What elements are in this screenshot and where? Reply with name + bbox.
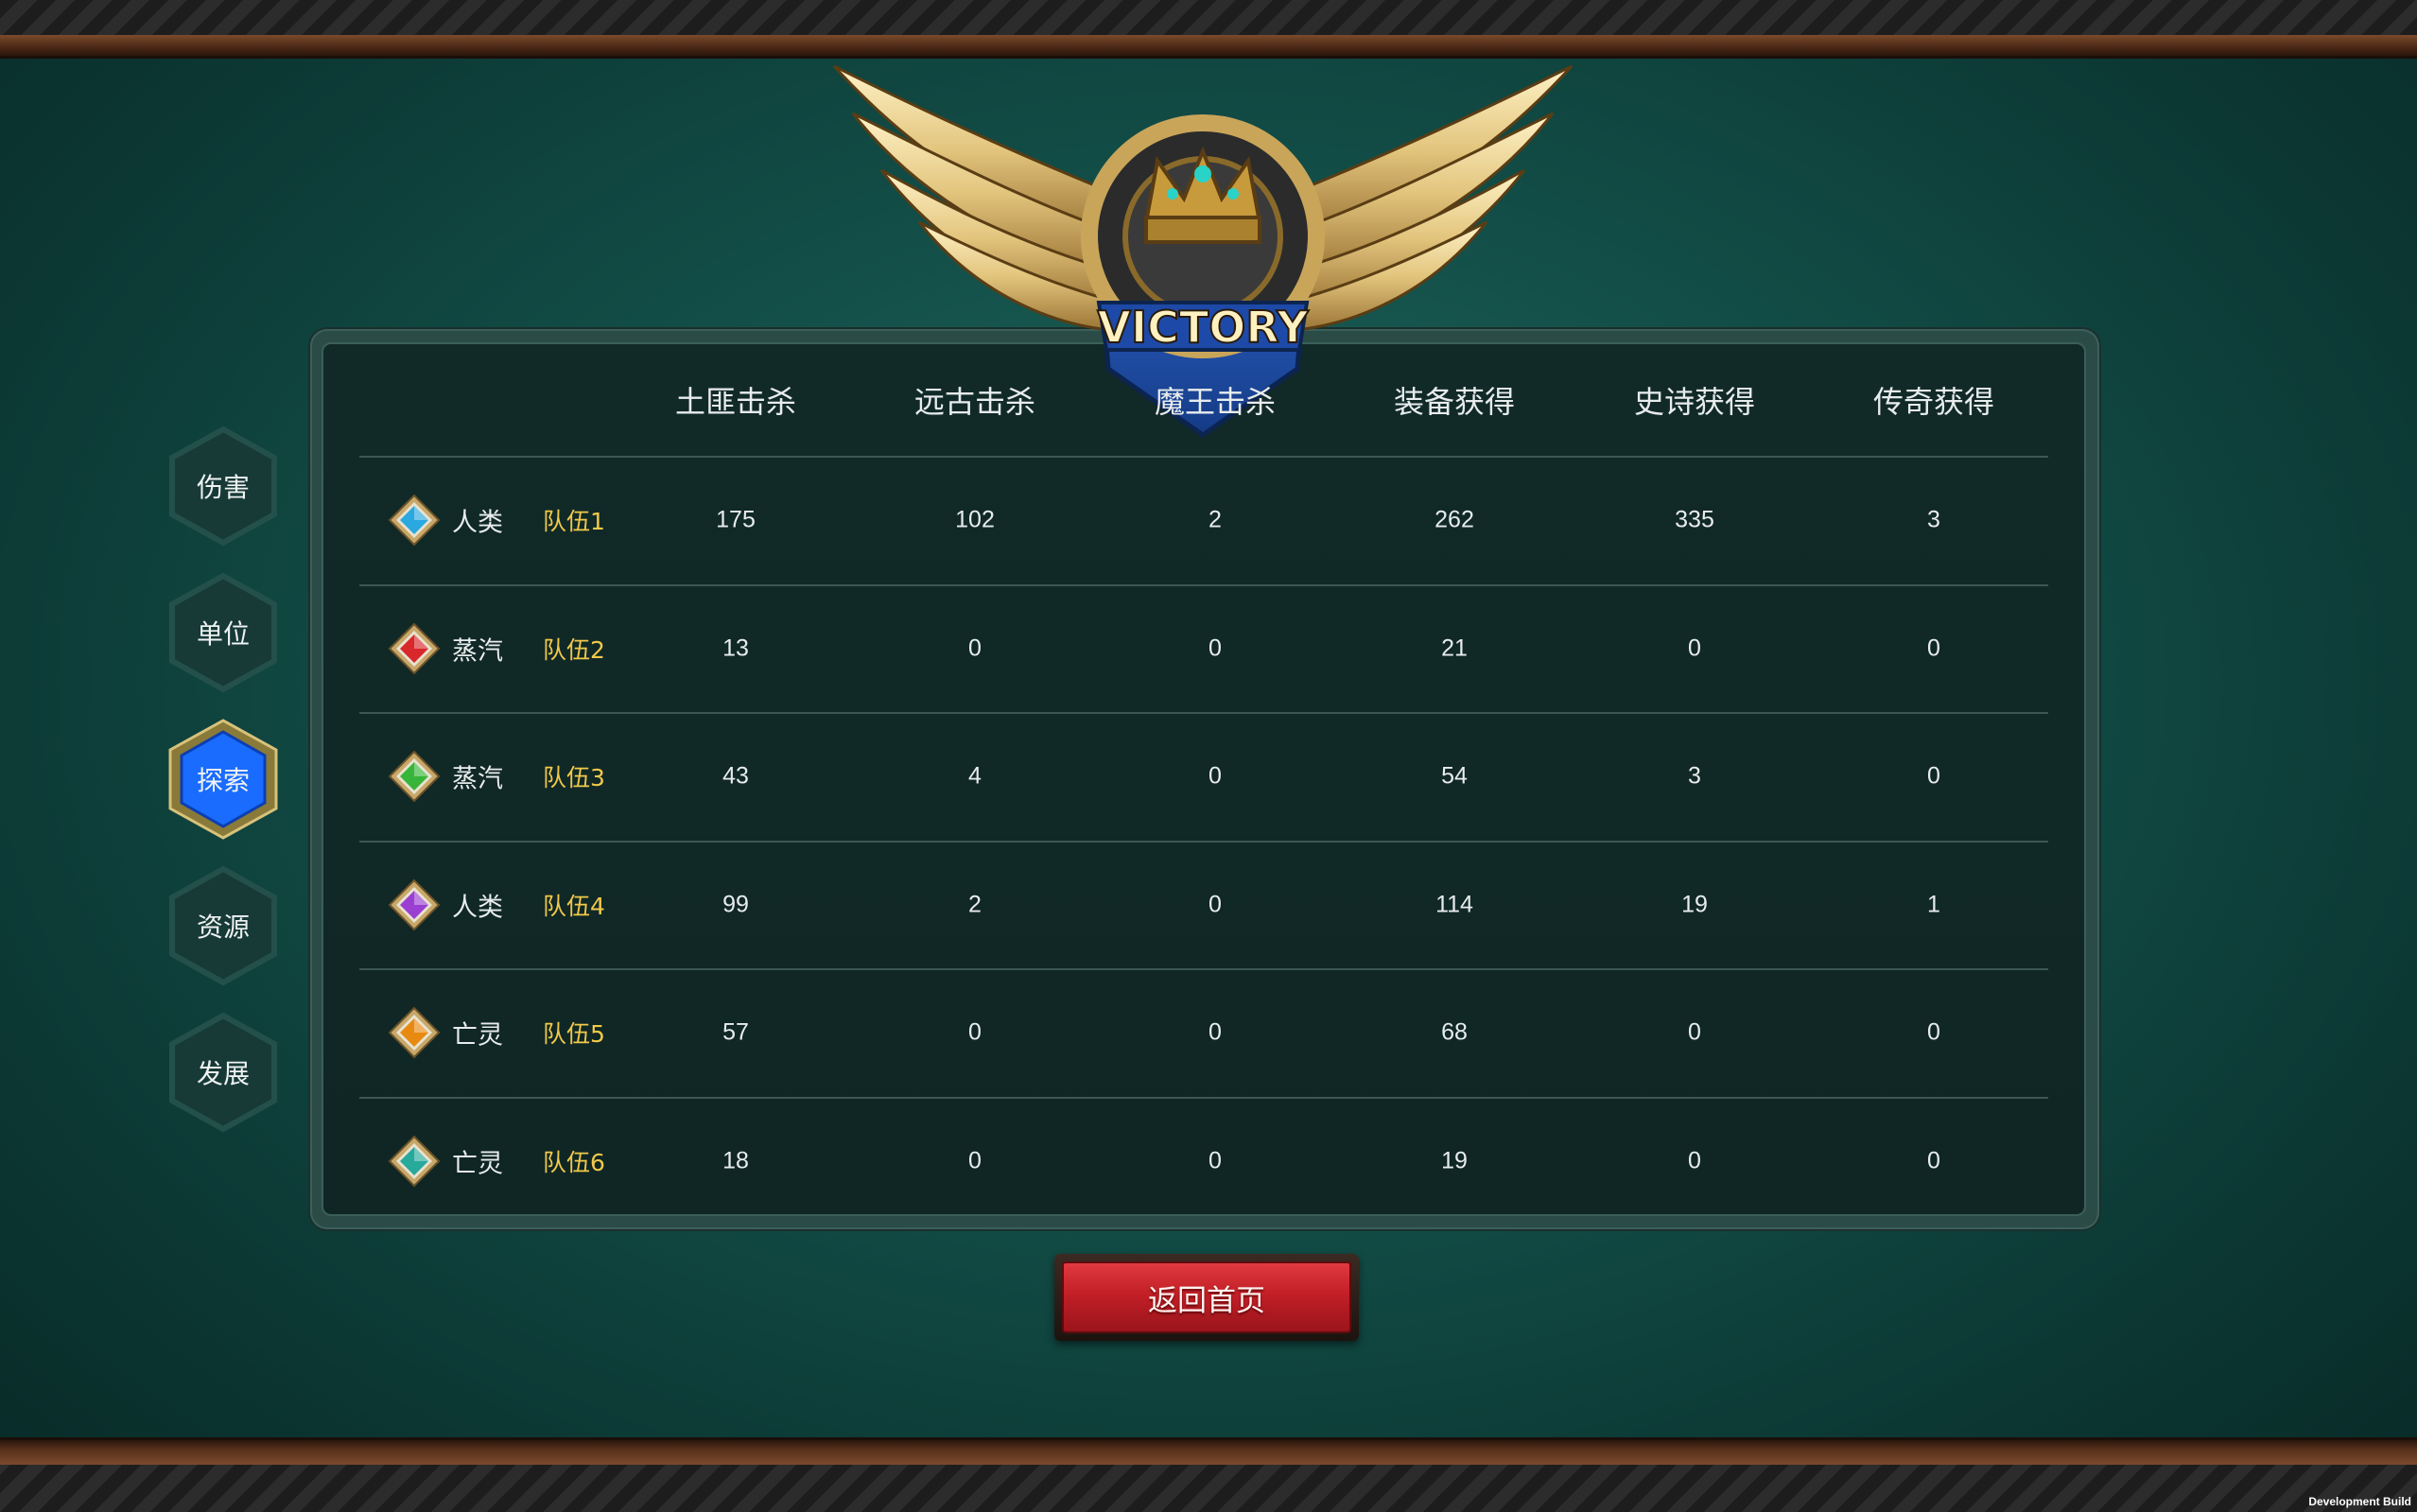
stat-cell: 0 <box>1208 1147 1222 1173</box>
team-label: 队伍6 <box>543 1148 605 1176</box>
race-label: 亡灵 <box>452 1020 503 1050</box>
tab-development[interactable]: 发展 <box>168 1012 278 1133</box>
stat-cell: 0 <box>1208 762 1222 789</box>
stat-cell: 21 <box>1441 634 1468 661</box>
race-label: 蒸汽 <box>452 636 503 666</box>
tab-units-label: 单位 <box>196 618 250 650</box>
team-gem-icon <box>388 878 441 931</box>
tab-damage[interactable]: 伤害 <box>168 426 278 547</box>
tab-damage-label: 伤害 <box>196 472 250 503</box>
team-gem-icon <box>388 750 441 803</box>
stat-cell: 18 <box>722 1147 749 1173</box>
tab-resources[interactable]: 资源 <box>168 865 278 986</box>
stat-cell: 0 <box>1927 1147 1940 1173</box>
stat-cell: 43 <box>722 762 749 789</box>
team-label: 队伍3 <box>543 763 605 791</box>
stat-cell: 0 <box>1688 1018 1701 1045</box>
team-label: 队伍2 <box>543 635 605 664</box>
stat-cell: 335 <box>1675 506 1714 532</box>
return-home-button[interactable]: 返回首页 <box>1054 1254 1359 1341</box>
stat-cell: 2 <box>968 891 982 917</box>
stat-cell: 0 <box>1927 762 1940 789</box>
top-frame <box>0 0 2417 59</box>
tab-units[interactable]: 单位 <box>168 572 278 693</box>
tab-explore-label: 探索 <box>196 765 250 796</box>
stat-cell: 0 <box>968 1147 982 1173</box>
stat-cell: 57 <box>722 1018 749 1045</box>
stat-cell: 19 <box>1681 891 1708 917</box>
stat-cell: 0 <box>968 1018 982 1045</box>
stat-cell: 102 <box>955 506 995 532</box>
stat-cell: 13 <box>722 634 749 661</box>
stat-cell: 0 <box>1208 1018 1222 1045</box>
tab-resources-label: 资源 <box>196 912 250 943</box>
stat-cell: 3 <box>1927 506 1940 532</box>
development-build-label: Development Build <box>2308 1495 2411 1508</box>
table-row: 亡灵 队伍5 57 0 0 68 0 0 <box>359 968 2048 1096</box>
header-equipment-obtained: 装备获得 <box>1393 384 1516 420</box>
stat-cell: 1 <box>1927 891 1940 917</box>
stat-cell: 2 <box>1208 506 1222 532</box>
header-demon-king-kills: 魔王击杀 <box>1154 384 1277 420</box>
team-label: 队伍1 <box>543 507 605 535</box>
stat-cell: 99 <box>722 891 749 917</box>
table-row: 蒸汽 队伍3 43 4 0 54 3 0 <box>359 712 2048 840</box>
table-row: 人类 队伍4 99 2 0 114 19 1 <box>359 841 2048 968</box>
stat-cell: 114 <box>1435 891 1473 917</box>
stat-cell: 68 <box>1441 1018 1468 1045</box>
header-bandit-kills: 土匪击杀 <box>674 384 797 420</box>
tab-explore[interactable]: 探索 <box>168 719 278 840</box>
table-row: 人类 队伍1 175 102 2 262 335 3 <box>359 456 2048 583</box>
stat-cell: 4 <box>968 762 982 789</box>
race-label: 人类 <box>452 508 503 537</box>
return-home-label: 返回首页 <box>1148 1283 1265 1318</box>
stat-cell: 0 <box>968 634 982 661</box>
stat-cell: 3 <box>1688 762 1701 789</box>
header-epic-obtained: 史诗获得 <box>1633 384 1756 420</box>
stat-cell: 0 <box>1208 634 1222 661</box>
team-gem-icon <box>388 1006 441 1059</box>
tab-development-label: 发展 <box>196 1058 250 1089</box>
team-gem-icon <box>388 1135 441 1188</box>
stat-cell: 0 <box>1927 1018 1940 1045</box>
stat-cell: 0 <box>1688 1147 1701 1173</box>
stat-cell: 54 <box>1441 762 1468 789</box>
table-row: 亡灵 队伍6 18 0 0 19 0 0 <box>359 1097 2048 1225</box>
bottom-frame: Development Build <box>0 1437 2417 1512</box>
victory-text: VICTORY <box>1097 302 1309 353</box>
stat-cell: 19 <box>1441 1147 1468 1173</box>
team-label: 队伍4 <box>543 892 605 920</box>
header-legendary-obtained: 传奇获得 <box>1872 384 1995 420</box>
race-label: 人类 <box>452 893 503 922</box>
stat-cell: 0 <box>1208 891 1222 917</box>
race-label: 亡灵 <box>452 1149 503 1178</box>
return-button-face: 返回首页 <box>1062 1261 1351 1333</box>
team-label: 队伍5 <box>543 1019 605 1048</box>
stat-cell: 175 <box>716 506 756 532</box>
stat-cell: 0 <box>1927 634 1940 661</box>
stat-cell: 0 <box>1688 634 1701 661</box>
race-label: 蒸汽 <box>452 764 503 793</box>
header-ancient-kills: 远古击杀 <box>913 384 1036 420</box>
table-row: 蒸汽 队伍2 13 0 0 21 0 0 <box>359 584 2048 712</box>
team-gem-icon <box>388 622 441 675</box>
team-gem-icon <box>388 494 441 547</box>
stat-cell: 262 <box>1435 506 1474 532</box>
